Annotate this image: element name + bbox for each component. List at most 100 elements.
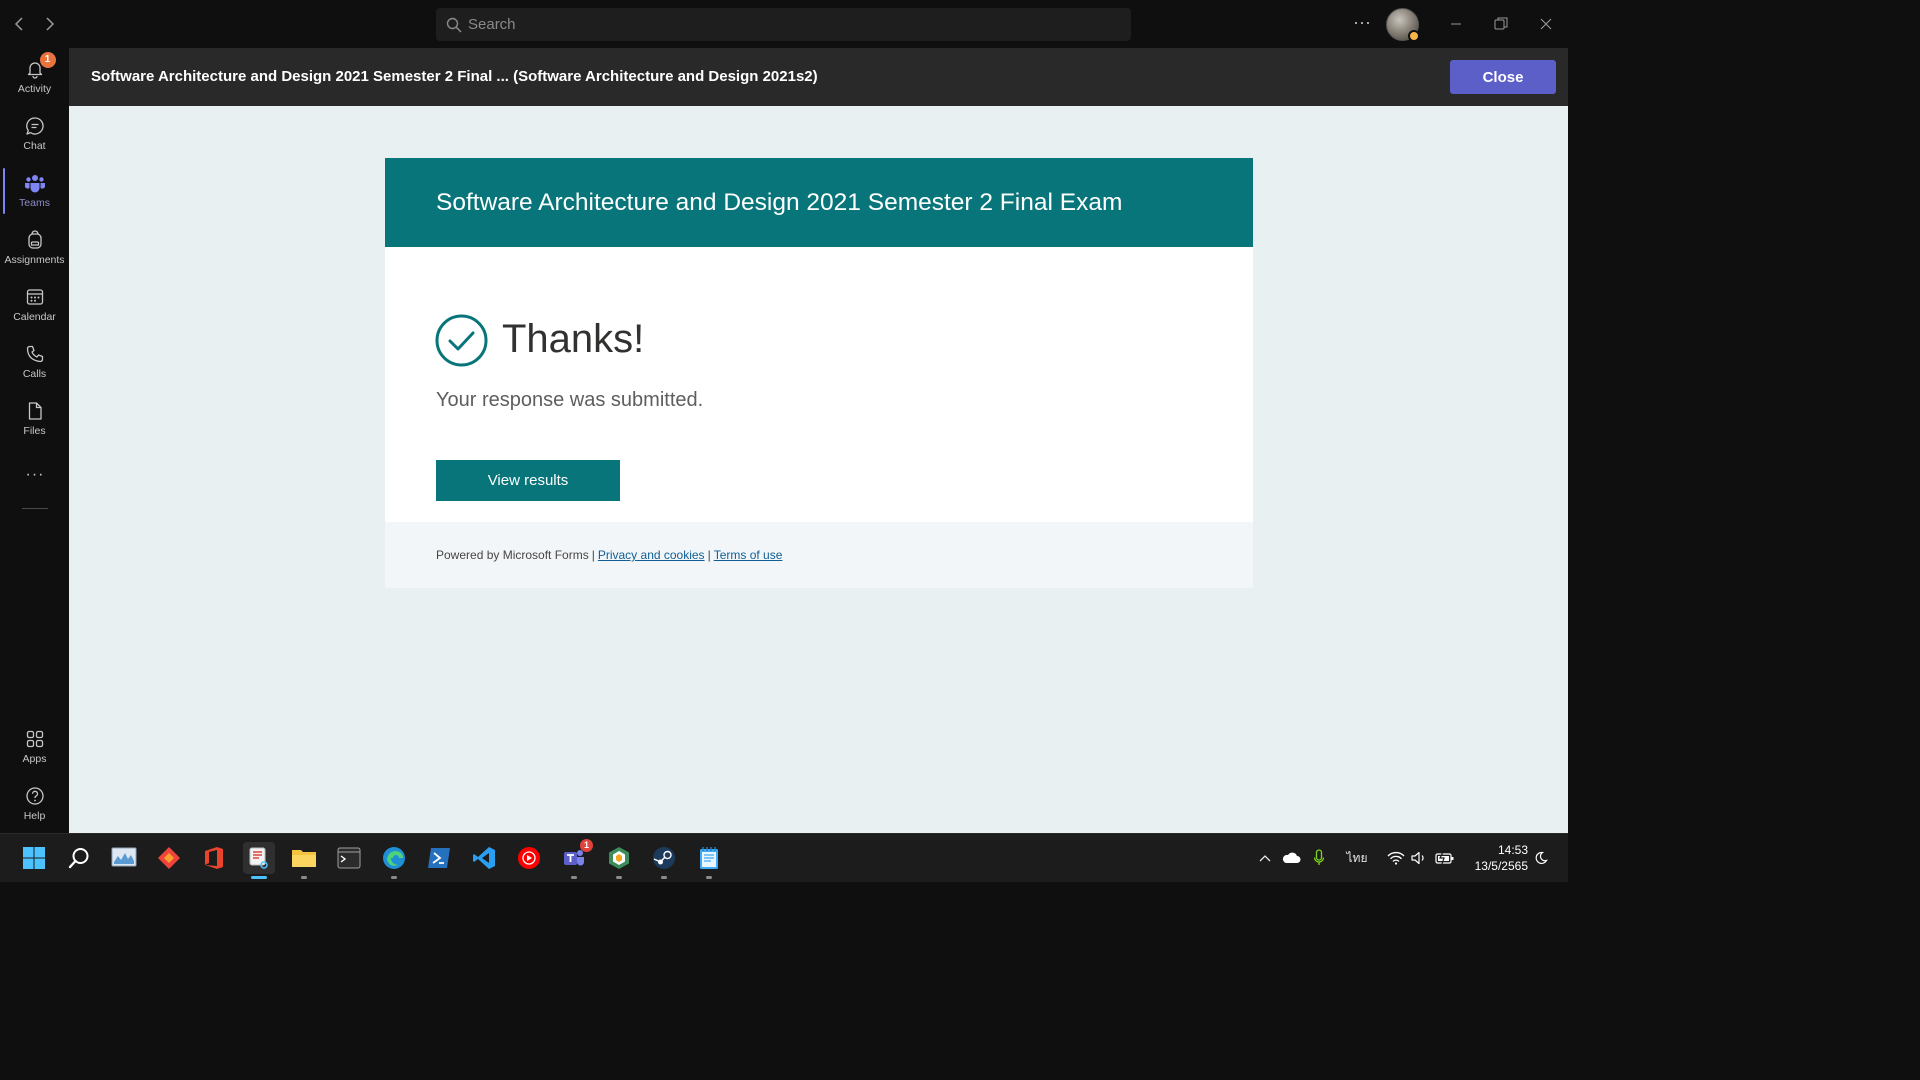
rail-item-files[interactable]: Files — [0, 394, 69, 448]
rail-item-help[interactable]: Help — [0, 779, 69, 833]
vscode-icon — [473, 847, 495, 869]
taskbar-app-snipping-tool[interactable] — [243, 842, 275, 879]
privacy-link[interactable]: Privacy and cookies — [598, 548, 705, 562]
back-arrow-icon[interactable] — [10, 14, 30, 34]
steam-icon — [653, 847, 675, 869]
taskbar-app-office[interactable] — [198, 842, 230, 874]
activity-badge: 1 — [39, 52, 56, 68]
folder-icon — [292, 850, 316, 867]
taskbar-search-button[interactable] — [63, 842, 95, 874]
minimize-button[interactable] — [1442, 10, 1470, 38]
rail-item-label: Calls — [22, 368, 47, 380]
submission-message: Your response was submitted. — [436, 389, 704, 411]
powered-by-text: Powered by Microsoft Forms — [436, 548, 589, 562]
taskbar-clock[interactable]: 14:53 13/5/2565 — [1464, 842, 1528, 874]
taskbar-app-powershell[interactable] — [423, 842, 455, 874]
start-button[interactable] — [18, 842, 50, 874]
close-button[interactable]: Close — [1450, 60, 1556, 94]
file-icon — [24, 400, 46, 422]
rail-item-activity[interactable]: 1 Activity — [0, 52, 69, 106]
rail-item-calendar[interactable]: Calendar — [0, 280, 69, 334]
rail-item-teams[interactable]: Teams — [0, 166, 69, 220]
taskbar-app-teams[interactable]: 1 — [558, 839, 593, 879]
thanks-heading: Thanks! — [502, 317, 645, 361]
notepad-icon — [700, 847, 718, 869]
form-content-area: Software Architecture and Design 2021 Se… — [69, 106, 1568, 833]
apps-grid-icon — [24, 728, 46, 750]
rail-divider — [22, 508, 48, 509]
running-indicator — [391, 876, 397, 879]
wifi-button[interactable] — [1386, 847, 1406, 869]
rail-item-chat[interactable]: Chat — [0, 109, 69, 163]
running-indicator — [661, 876, 667, 879]
taskbar-app-youtube-music[interactable] — [513, 842, 545, 874]
chevron-up-icon — [1259, 855, 1271, 862]
wifi-icon — [1387, 851, 1405, 865]
form-title: Software Architecture and Design 2021 Se… — [385, 158, 1253, 247]
taskbar-app-notepad[interactable] — [693, 842, 725, 879]
taskbar-app-anydesk[interactable] — [153, 842, 185, 874]
teams-icon — [24, 172, 46, 194]
focus-assist-button[interactable] — [1532, 847, 1550, 869]
snipping-tool-icon — [249, 847, 268, 869]
rail-item-label: Chat — [23, 140, 46, 152]
hexagon-app-icon — [609, 847, 629, 869]
presence-status-icon — [1408, 30, 1420, 42]
backpack-icon — [24, 229, 46, 251]
rail-item-calls[interactable]: Calls — [0, 337, 69, 391]
running-indicator — [571, 876, 577, 879]
windows-logo-icon — [23, 847, 45, 869]
page-title: Software Architecture and Design 2021 Se… — [91, 68, 818, 85]
terms-link[interactable]: Terms of use — [714, 548, 783, 562]
taskbar: 1 ไทย 14:53 13/5/2565 — [0, 833, 1568, 882]
rail-item-label: Activity — [17, 83, 52, 95]
bell-icon: 1 — [24, 52, 56, 80]
edge-icon — [383, 847, 405, 869]
taskbar-app-vscode[interactable] — [468, 842, 500, 874]
microphone-button[interactable] — [1310, 847, 1328, 869]
search-box — [436, 8, 1131, 41]
red-diamond-icon — [158, 847, 180, 869]
more-apps-button[interactable]: ··· — [22, 466, 48, 484]
avatar[interactable] — [1386, 8, 1420, 42]
rail-item-apps[interactable]: Apps — [0, 722, 69, 776]
calendar-icon — [24, 286, 46, 308]
taskbar-app-terminal[interactable] — [333, 842, 365, 874]
youtube-music-icon — [518, 847, 540, 869]
taskbar-app-resource-monitor[interactable] — [108, 842, 140, 874]
search-input[interactable] — [468, 16, 1068, 33]
close-window-button[interactable] — [1532, 10, 1560, 38]
rail-item-assignments[interactable]: Assignments — [0, 223, 69, 277]
restore-button[interactable] — [1487, 10, 1515, 38]
form-footer: Powered by Microsoft Forms | Privacy and… — [385, 522, 1253, 588]
taskbar-app-file-explorer[interactable] — [288, 842, 320, 879]
powershell-icon — [428, 848, 450, 868]
more-options-button[interactable]: ··· — [1350, 12, 1374, 36]
terminal-icon — [337, 847, 361, 869]
rail-item-label: Calendar — [13, 311, 56, 323]
taskbar-app-hexagon[interactable] — [603, 842, 635, 879]
chat-icon — [24, 115, 46, 137]
taskbar-app-edge[interactable] — [378, 842, 410, 879]
title-bar: ··· — [0, 0, 1568, 48]
onedrive-button[interactable] — [1280, 847, 1302, 869]
form-header-bar: Software Architecture and Design 2021 Se… — [69, 48, 1568, 106]
performance-monitor-icon — [111, 847, 137, 867]
forward-arrow-icon[interactable] — [39, 14, 59, 34]
app-bar: 1 Activity Chat Teams Assignments Calend… — [0, 48, 69, 833]
show-hidden-icons-button[interactable] — [1256, 847, 1274, 869]
office-icon — [205, 847, 223, 869]
battery-button[interactable] — [1434, 847, 1456, 869]
clock-date: 13/5/2565 — [1474, 859, 1528, 873]
rail-item-label: Apps — [22, 753, 47, 765]
rail-item-label: Teams — [19, 197, 50, 209]
volume-button[interactable] — [1410, 847, 1428, 869]
footer-separator: | — [591, 548, 595, 562]
view-results-button[interactable]: View results — [436, 460, 620, 501]
rail-item-label: Assignments — [4, 254, 65, 266]
language-indicator[interactable]: ไทย — [1340, 847, 1374, 869]
running-indicator — [706, 876, 712, 879]
checkmark-circle-icon — [435, 314, 488, 367]
running-indicator — [616, 876, 622, 879]
taskbar-app-steam[interactable] — [648, 842, 680, 879]
